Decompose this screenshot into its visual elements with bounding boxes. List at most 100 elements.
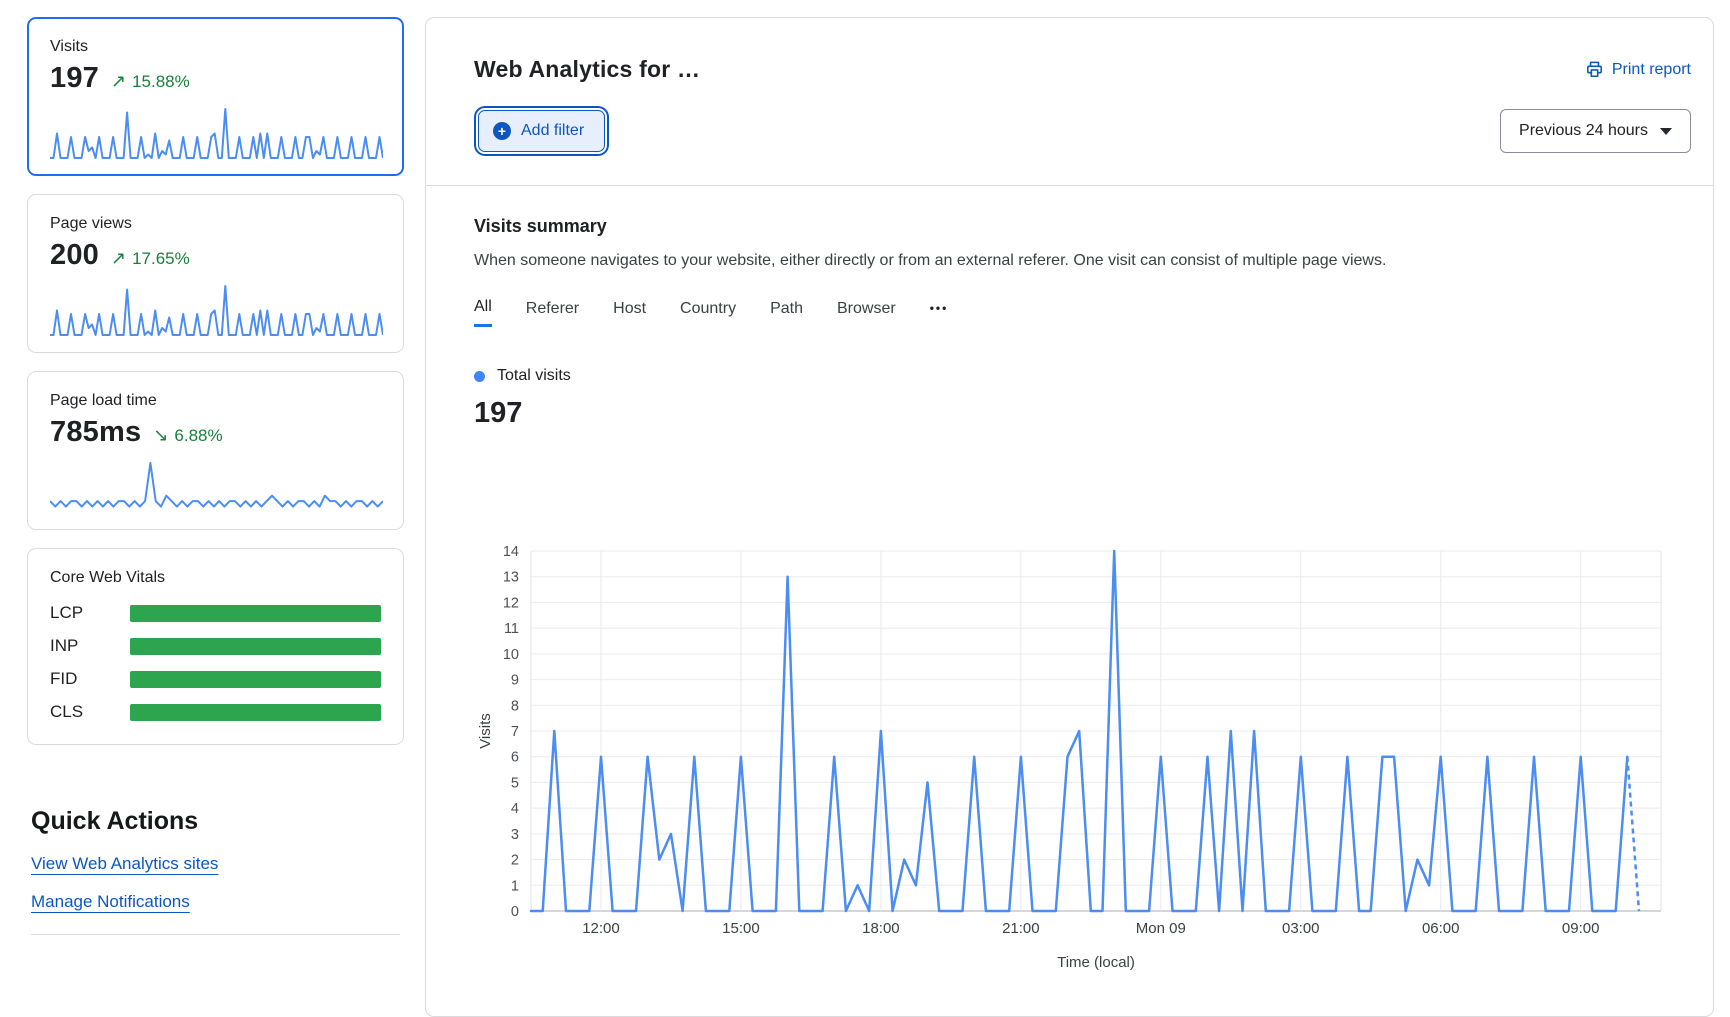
core-web-vitals-title: Core Web Vitals <box>50 569 381 587</box>
quick-action-link-1[interactable]: Manage Notifications <box>31 892 190 912</box>
page-title: Web Analytics for … <box>474 56 700 83</box>
cwv-metric-label: FID <box>50 669 130 689</box>
sparkline-path <box>50 109 383 158</box>
stat-card-page-load-time[interactable]: Page load time785ms↘6.88% <box>27 371 404 530</box>
y-tick-label: 8 <box>511 698 519 714</box>
quick-actions-heading: Quick Actions <box>31 807 404 836</box>
trend-indicator: ↘ 6.88% <box>153 425 222 446</box>
tab-host[interactable]: Host <box>613 300 646 326</box>
y-tick-label: 14 <box>503 544 519 560</box>
trend-up-icon: ↗ <box>111 248 126 269</box>
x-axis-title: Time (local) <box>1057 954 1135 971</box>
trend-indicator: ↗ 15.88% <box>111 71 190 92</box>
y-tick-label: 2 <box>511 853 519 869</box>
cwv-row-fid: FID <box>50 669 381 689</box>
sparkline-path <box>50 286 383 335</box>
sparkline-chart <box>50 459 383 515</box>
y-tick-label: 7 <box>511 724 519 740</box>
y-tick-label: 6 <box>511 750 519 766</box>
cwv-row-cls: CLS <box>50 702 381 722</box>
sidebar-divider <box>31 934 400 935</box>
y-tick-label: 3 <box>511 827 519 843</box>
y-axis-title: Visits <box>477 713 494 749</box>
cwv-metric-label: LCP <box>50 603 130 623</box>
y-tick-label: 1 <box>511 878 519 894</box>
x-tick-label: 03:00 <box>1282 920 1320 937</box>
trend-percent: 15.88% <box>132 72 190 92</box>
add-filter-button[interactable]: + Add filter <box>478 110 605 152</box>
print-report-button[interactable]: Print report <box>1585 60 1691 79</box>
visits-chart: 0123456789101112131412:0015:0018:0021:00… <box>464 541 1704 996</box>
cwv-row-inp: INP <box>50 636 381 656</box>
total-visits-value: 197 <box>474 397 1691 430</box>
core-web-vitals-rows: LCP INP FID CLS <box>50 603 381 722</box>
card-title: Visits <box>50 38 381 56</box>
panel-body: Visits summary When someone navigates to… <box>426 186 1713 430</box>
more-tabs-button[interactable]: ••• <box>930 301 949 325</box>
panel-header: Web Analytics for … Print report + Add f… <box>426 18 1713 185</box>
cwv-score-bar <box>130 671 381 688</box>
y-tick-label: 11 <box>504 621 519 637</box>
plus-circle-icon: + <box>493 122 511 140</box>
metric-value: 785ms <box>50 416 141 449</box>
quick-action-link-0[interactable]: View Web Analytics sites <box>31 854 218 874</box>
cwv-metric-label: CLS <box>50 702 130 722</box>
card-value-row: 197 ↗ 15.88% <box>50 62 381 95</box>
cwv-row-lcp: LCP <box>50 603 381 623</box>
y-tick-label: 12 <box>503 595 519 611</box>
trend-percent: 17.65% <box>132 249 190 269</box>
time-range-dropdown[interactable]: Previous 24 hours <box>1500 109 1691 153</box>
visits-summary-heading: Visits summary <box>474 216 1691 237</box>
card-value-row: 785ms ↘ 6.88% <box>50 416 381 449</box>
y-tick-label: 4 <box>511 801 519 817</box>
y-tick-label: 13 <box>503 570 519 586</box>
tab-all[interactable]: All <box>474 298 492 327</box>
x-tick-label: 15:00 <box>722 920 760 937</box>
visits-summary-description: When someone navigates to your website, … <box>474 252 1674 270</box>
sparkline-chart <box>50 282 383 338</box>
sparkline-chart <box>50 105 383 161</box>
x-tick-label: 21:00 <box>1002 920 1040 937</box>
stat-card-page-views[interactable]: Page views200↗17.65% <box>27 194 404 353</box>
x-tick-label: Mon 09 <box>1136 920 1186 937</box>
y-tick-label: 0 <box>511 904 519 920</box>
tab-referer[interactable]: Referer <box>526 300 579 326</box>
printer-icon <box>1585 60 1604 79</box>
card-title: Page views <box>50 215 381 233</box>
card-value-row: 200↗17.65% <box>50 239 381 272</box>
print-report-label: Print report <box>1612 61 1691 79</box>
trend-down-icon: ↘ <box>153 425 168 446</box>
chevron-down-icon <box>1660 128 1672 135</box>
y-tick-label: 9 <box>511 673 519 689</box>
trend-percent: 6.88% <box>174 426 222 446</box>
cwv-metric-label: INP <box>50 636 130 656</box>
legend-label: Total visits <box>497 367 571 385</box>
x-tick-label: 12:00 <box>582 920 620 937</box>
sparkline-path <box>50 463 383 507</box>
quick-actions-links: View Web Analytics sites Manage Notificat… <box>31 854 404 912</box>
core-web-vitals-card[interactable]: Core Web Vitals LCP INP FID CLS <box>27 548 404 745</box>
trend-indicator: ↗ 17.65% <box>111 248 190 269</box>
y-tick-label: 5 <box>511 775 519 791</box>
trend-up-icon: ↗ <box>111 71 126 92</box>
dimension-tabs: All Referer Host Country Path Browser ••• <box>474 298 1691 327</box>
tab-browser[interactable]: Browser <box>837 300 896 326</box>
cwv-score-bar <box>130 704 381 721</box>
legend-dot-icon <box>474 371 485 382</box>
cwv-score-bar <box>130 605 381 622</box>
title-row: Web Analytics for … Print report <box>474 56 1691 83</box>
x-tick-label: 18:00 <box>862 920 900 937</box>
cwv-score-bar <box>130 638 381 655</box>
tab-country[interactable]: Country <box>680 300 736 326</box>
controls-row: + Add filter Previous 24 hours <box>474 109 1691 185</box>
add-filter-label: Add filter <box>521 122 584 140</box>
time-range-label: Previous 24 hours <box>1519 122 1648 140</box>
stat-cards: Visits197↗15.88%Page views200↗17.65%Page… <box>27 17 404 530</box>
stat-card-visits[interactable]: Visits 197 ↗ 15.88% <box>27 17 404 176</box>
metric-value: 197 <box>50 62 99 95</box>
chart-legend: Total visits <box>474 367 1691 385</box>
tab-path[interactable]: Path <box>770 300 803 326</box>
main-panel: Web Analytics for … Print report + Add f… <box>425 17 1714 1017</box>
x-tick-label: 09:00 <box>1562 920 1600 937</box>
x-tick-label: 06:00 <box>1422 920 1460 937</box>
